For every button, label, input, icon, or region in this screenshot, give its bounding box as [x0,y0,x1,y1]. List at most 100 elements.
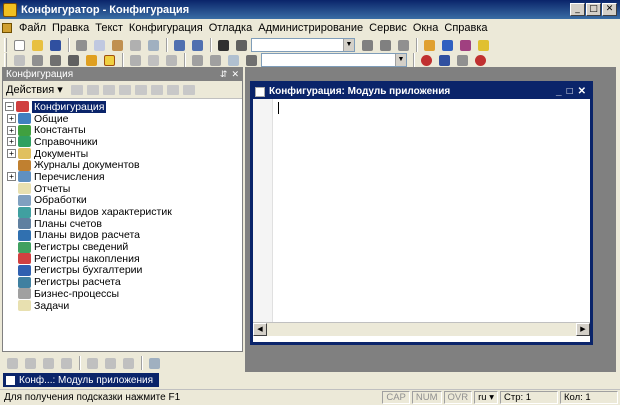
move-up-icon[interactable] [134,84,147,95]
tree-item-label: Отчеты [34,182,71,195]
edit-icon[interactable] [102,84,115,95]
tree-item[interactable]: + Документы [3,148,242,160]
metadata-type-icon [18,206,31,218]
scroll-right-icon[interactable]: ▶ [576,323,590,336]
tree-item[interactable]: Бизнес-процессы [3,288,242,300]
child-close-button[interactable]: ✕ [578,86,586,97]
module-window: Конфигурация: Модуль приложения _ □ ✕ ◀ … [250,81,593,345]
add-child-icon[interactable] [86,84,99,95]
metadata-type-icon [18,171,31,183]
language-indicator[interactable]: ru ▾ [474,391,498,404]
scroll-left-icon[interactable]: ◀ [253,323,267,336]
collapse-icon[interactable]: − [5,102,14,112]
tree-item[interactable]: Задачи [3,300,242,312]
menu-administration[interactable]: Администрирование [255,22,366,34]
tree-item[interactable]: Обработки [3,194,242,206]
tree-item[interactable]: + Общие [3,113,242,125]
tree-item[interactable]: Регистры расчета [3,276,242,288]
tree-item[interactable]: Планы счетов [3,218,242,230]
child-maximize-button[interactable]: □ [567,86,573,97]
menu-help[interactable]: Справка [441,22,490,34]
tree-item[interactable]: Отчеты [3,183,242,195]
expand-icon[interactable]: + [7,149,16,159]
horizontal-scrollbar[interactable]: ◀ ▶ [253,322,590,336]
toolbar-separator [184,53,186,67]
run-debug-icon[interactable] [83,52,99,68]
tree-item-label: Общие [34,112,69,125]
sort-icon[interactable] [166,84,179,95]
window-tabs-bar: Конф...: Модуль приложения [0,372,620,388]
metadata-type-icon [18,113,31,125]
expand-icon[interactable]: + [7,172,16,182]
expand-icon[interactable]: + [7,114,16,124]
tree-item[interactable]: Журналы документов [3,159,242,171]
procedure-combo[interactable]: ▼ [261,53,407,67]
uncomment-icon[interactable] [207,52,223,68]
format-icon[interactable] [225,52,241,68]
tree-item-label: Перечисления [34,170,105,183]
search-combo[interactable]: ▼ [251,38,355,52]
tree-item[interactable]: + Перечисления [3,171,242,183]
menu-text[interactable]: Текст [92,22,126,34]
menu-edit[interactable]: Правка [49,22,92,34]
expand-icon[interactable]: + [7,125,16,135]
maximize-button[interactable]: □ [586,3,601,16]
panel-close-icon[interactable]: ✕ [231,69,239,80]
run-enterprise-icon[interactable] [101,52,117,68]
minimize-button[interactable]: _ [570,3,585,16]
menu-debug[interactable]: Отладка [206,22,255,34]
save-config-icon[interactable] [29,52,45,68]
filter-icon[interactable] [182,84,195,95]
support-icon[interactable] [127,52,143,68]
menu-file[interactable]: Файл [16,22,49,34]
stop-icon[interactable] [472,52,488,68]
actions-menu[interactable]: Действия ▾ [6,83,63,96]
expand-icon[interactable]: + [7,137,16,147]
delete-icon[interactable] [118,84,131,95]
breakpoint-icon[interactable] [418,52,434,68]
pin-icon[interactable]: ⇵ [220,69,228,80]
child-minimize-button[interactable]: _ [556,86,562,97]
menu-service[interactable]: Сервис [366,22,410,34]
bottom-tool-icon[interactable] [120,355,136,371]
bottom-tool-icon[interactable] [58,355,74,371]
menu-configuration[interactable]: Конфигурация [126,22,206,34]
mdi-system-icon[interactable] [2,22,12,33]
code-editor[interactable] [253,99,590,322]
bottom-tool-icon[interactable] [22,355,38,371]
tree-item[interactable]: Планы видов расчета [3,229,242,241]
update-db-icon[interactable] [47,52,63,68]
procedure-icon[interactable] [243,52,259,68]
window-tab-module[interactable]: Конф...: Модуль приложения [3,373,159,387]
mdi-client-area: Конфигурация: Модуль приложения _ □ ✕ ◀ … [245,67,616,372]
tree-item[interactable]: Регистры бухгалтерии [3,264,242,276]
tree-item-label: Константы [34,124,86,137]
compare-icon[interactable] [145,52,161,68]
bottom-tool-icon[interactable] [146,355,162,371]
menu-windows[interactable]: Окна [410,22,442,34]
close-button[interactable]: ✕ [602,3,617,16]
bottom-tool-icon[interactable] [4,355,20,371]
db-config-icon[interactable] [65,52,81,68]
breakpoint-disable-icon[interactable] [436,52,452,68]
open-config-icon[interactable] [11,52,27,68]
toolbar-separator [413,53,415,67]
toolbar-separator [210,38,212,52]
chevron-down-icon[interactable]: ▼ [343,39,354,51]
bottom-tool-icon[interactable] [102,355,118,371]
bottom-tool-icon[interactable] [40,355,56,371]
merge-icon[interactable] [163,52,179,68]
chevron-down-icon[interactable]: ▼ [395,54,406,66]
tree-item[interactable]: + Константы [3,124,242,136]
language-label: ru [478,392,487,403]
tree-item[interactable]: Планы видов характеристик [3,206,242,218]
step-icon[interactable] [454,52,470,68]
move-down-icon[interactable] [150,84,163,95]
tree-item[interactable]: Регистры сведений [3,241,242,253]
tree-item[interactable]: − Конфигурация [3,100,242,113]
tree-item[interactable]: + Справочники [3,136,242,148]
tree-item[interactable]: Регистры накопления [3,253,242,265]
bottom-tool-icon[interactable] [84,355,100,371]
comment-icon[interactable] [189,52,205,68]
add-icon[interactable] [70,84,83,95]
